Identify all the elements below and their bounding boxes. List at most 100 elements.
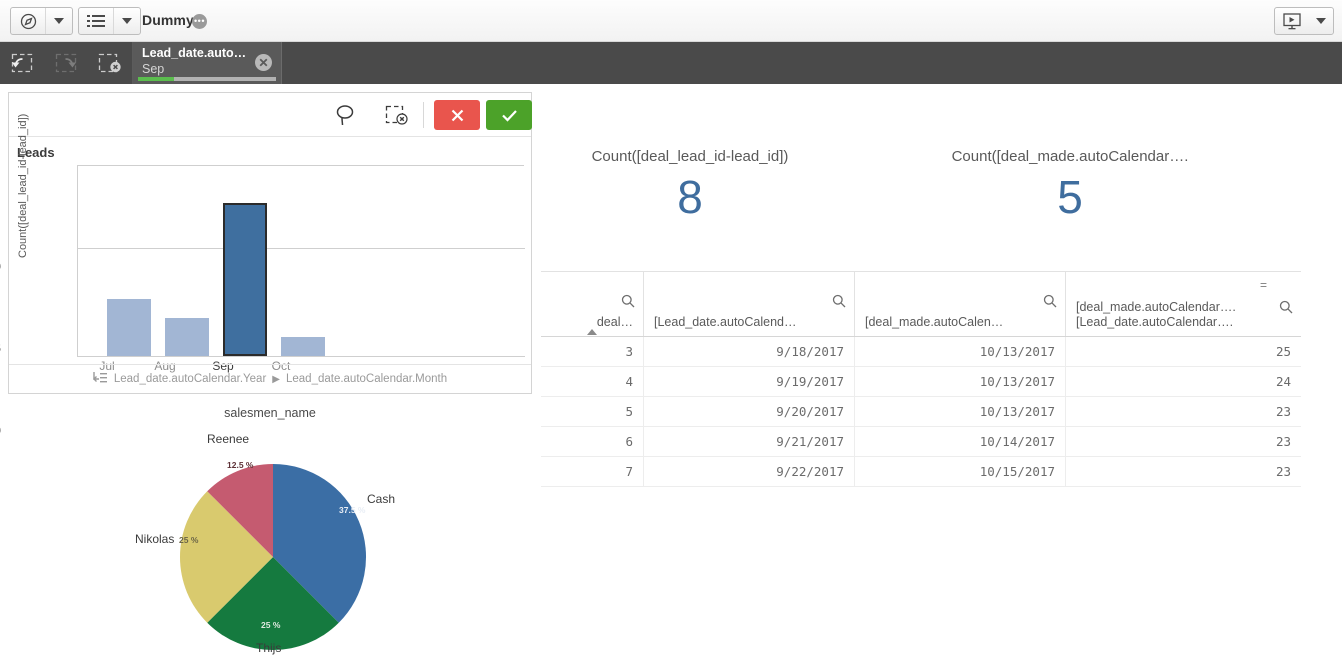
drill-separator-icon: ▶ [272, 373, 280, 385]
table-cell[interactable]: 23 [1066, 427, 1301, 456]
table-cell[interactable]: 9/18/2017 [644, 337, 855, 366]
bar-chart-plot-area[interactable] [77, 165, 525, 357]
lasso-select-icon[interactable] [329, 99, 361, 131]
selection-field-name: Lead_date.auto… [142, 46, 247, 60]
sheet-list-icon[interactable] [79, 8, 113, 34]
drill-level-year[interactable]: Lead_date.autoCalendar.Year [114, 373, 266, 385]
chevron-down-icon[interactable] [45, 8, 72, 34]
present-monitor-icon[interactable] [1275, 8, 1309, 34]
y-axis-tick-0: 0 [0, 425, 1, 437]
pie-value-thijs: 25 % [261, 620, 281, 630]
table-row[interactable]: 7 9/22/2017 10/15/2017 23 [541, 457, 1301, 487]
kpi-count-deal-made[interactable]: Count([deal_made.autoCalendar…. 5 [920, 148, 1220, 221]
selection-state-bar [138, 77, 276, 81]
table-header-lead-date[interactable]: [Lead_date.autoCalend… [644, 272, 855, 336]
toolbar-divider [423, 102, 424, 128]
pie-value-cash: 37.5 % [339, 505, 366, 515]
kpi-value: 8 [677, 171, 703, 223]
table-header-date-diff-measure[interactable]: = [deal_made.autoCalendar…. [Lead_date.a… [1066, 272, 1301, 336]
table-cell[interactable]: 10/15/2017 [855, 457, 1066, 486]
table-header-row: deal… [Lead_date.autoCalend… [deal_made.… [541, 272, 1301, 337]
table-cell[interactable]: 23 [1066, 397, 1301, 426]
compass-icon[interactable] [11, 8, 45, 34]
sort-ascending-icon[interactable] [587, 329, 597, 335]
table-header-deal[interactable]: deal… [541, 272, 644, 336]
pie-value-nikolas: 25 % [179, 535, 199, 545]
drill-level-month[interactable]: Lead_date.autoCalendar.Month [286, 373, 447, 385]
table-header-label: [deal_made.autoCalen… [865, 315, 1004, 329]
chevron-down-icon[interactable] [113, 8, 140, 34]
table-header-deal-made[interactable]: [deal_made.autoCalen… [855, 272, 1066, 336]
selection-field-value: Sep [142, 62, 165, 76]
pie-chart-card: salesmen_name Cash Thijs Nikolas Reenee … [8, 400, 532, 662]
table-header-label: [Lead_date.autoCalend… [654, 315, 797, 329]
bar-aug[interactable] [165, 318, 209, 356]
y-axis-tick-10: 10 [0, 261, 1, 273]
sheet-menu-button-group[interactable] [78, 7, 141, 35]
search-icon[interactable] [1279, 300, 1293, 317]
table-cell[interactable]: 6 [541, 427, 644, 456]
table-cell[interactable]: 10/13/2017 [855, 367, 1066, 396]
search-icon[interactable] [1043, 294, 1057, 311]
top-navigation-bar: Dummy ••• [0, 0, 1342, 42]
bar-oct[interactable] [281, 337, 325, 356]
pie-label-thijs: Thijs [256, 641, 282, 655]
table-row[interactable]: 4 9/19/2017 10/13/2017 24 [541, 367, 1301, 397]
pie-label-cash: Cash [367, 492, 396, 506]
table-cell[interactable]: 10/14/2017 [855, 427, 1066, 456]
gridline-5 [78, 248, 525, 249]
table-cell[interactable]: 10/13/2017 [855, 337, 1066, 366]
selection-toolbar [9, 93, 532, 137]
table-row[interactable]: 3 9/18/2017 10/13/2017 25 [541, 337, 1301, 367]
step-back-icon[interactable] [0, 42, 44, 84]
kpi-title: Count([deal_lead_id-lead_id]) [591, 148, 789, 165]
chevron-down-icon[interactable] [1309, 8, 1333, 34]
selection-chip-lead-date[interactable]: Lead_date.auto… Sep [133, 42, 282, 84]
page-title: Dummy [142, 12, 194, 28]
table-header-label: deal… [596, 315, 633, 329]
bar-chart-card: Leads Count([deal_lead_id-lead_id]) 10 5… [0, 92, 532, 437]
table-body: 3 9/18/2017 10/13/2017 25 4 9/19/2017 10/13/20… [541, 337, 1301, 487]
y-axis-tick-5: 5 [0, 343, 1, 355]
kpi-count-lead-id[interactable]: Count([deal_lead_id-lead_id]) 8 [540, 148, 840, 221]
bar-jul[interactable] [107, 299, 151, 356]
confirm-selection-button[interactable] [486, 100, 532, 130]
qlik-sense-app: Dummy ••• Lead_date.auto… Sep Leads Coun… [0, 0, 1342, 671]
expression-equals-icon: = [1259, 278, 1267, 292]
table-cell[interactable]: 9/20/2017 [644, 397, 855, 426]
table-cell[interactable]: 24 [1066, 367, 1301, 396]
table-cell[interactable]: 9/21/2017 [644, 427, 855, 456]
bar-sep[interactable] [223, 203, 267, 356]
clear-all-selections-icon[interactable] [88, 42, 132, 84]
table-row[interactable]: 6 9/21/2017 10/14/2017 23 [541, 427, 1301, 457]
table-cell[interactable]: 23 [1066, 457, 1301, 486]
table-cell[interactable]: 7 [541, 457, 644, 486]
cancel-selection-button[interactable] [434, 100, 480, 130]
table-cell[interactable]: 9/22/2017 [644, 457, 855, 486]
presentation-button-group[interactable] [1274, 7, 1334, 35]
table-cell[interactable]: 4 [541, 367, 644, 396]
table-header-label-line2: [Lead_date.autoCalendar…. [1076, 315, 1234, 329]
drill-down-breadcrumb[interactable]: Lead_date.autoCalendar.Year ▶ Lead_date.… [9, 364, 531, 393]
table-row[interactable]: 5 9/20/2017 10/13/2017 23 [541, 397, 1301, 427]
x-axis-line [78, 356, 525, 357]
close-icon[interactable] [255, 54, 272, 71]
table-cell[interactable]: 5 [541, 397, 644, 426]
table-cell[interactable]: 3 [541, 337, 644, 366]
kpi-title: Count([deal_made.autoCalendar…. [951, 148, 1189, 165]
pie-label-nikolas: Nikolas [135, 532, 175, 546]
table-header-label-line1: [deal_made.autoCalendar…. [1076, 300, 1236, 314]
clear-selection-icon[interactable] [381, 99, 413, 131]
search-icon[interactable] [832, 294, 846, 311]
navigation-button-group[interactable] [10, 7, 73, 35]
kpi-value: 5 [1057, 171, 1083, 223]
selection-history-controls [0, 42, 133, 84]
search-icon[interactable] [621, 294, 635, 311]
table-cell[interactable]: 25 [1066, 337, 1301, 366]
pie-label-reenee: Reenee [207, 432, 250, 446]
table-cell[interactable]: 10/13/2017 [855, 397, 1066, 426]
table-cell[interactable]: 9/19/2017 [644, 367, 855, 396]
pie-value-reenee: 12.5 % [227, 460, 254, 470]
bar-chart-y-axis-title: Count([deal_lead_id-lead_id]) [17, 113, 29, 258]
app-options-icon[interactable]: ••• [192, 14, 207, 29]
